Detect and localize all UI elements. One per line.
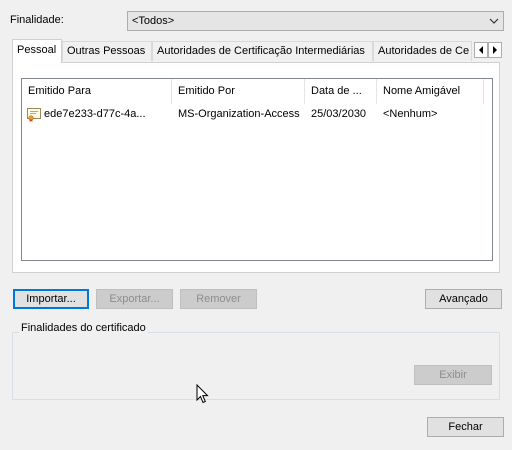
tab-scroll-right-button[interactable]	[488, 42, 502, 58]
tab-label: Autoridades de Certificação Intermediári…	[157, 45, 365, 57]
tab-scroll-left-button[interactable]	[474, 42, 488, 58]
column-header-emitido-por[interactable]: Emitido Por	[172, 79, 305, 104]
certificate-purposes-title: Finalidades do certificado	[19, 322, 148, 334]
export-button[interactable]: Exportar...	[96, 289, 173, 309]
mouse-cursor-icon	[196, 383, 210, 407]
tab-autoridades-raiz[interactable]: Autoridades de Ce	[373, 41, 472, 61]
advanced-button[interactable]: Avançado	[425, 289, 502, 309]
cell-friendly-name: <Nenhum>	[383, 108, 438, 120]
tab-label: Autoridades de Ce	[378, 45, 470, 57]
purpose-selected-value: <Todos>	[132, 15, 175, 27]
cell-issued-by: MS-Organization-Access	[178, 108, 300, 120]
cell-issued-to: ede7e233-d77c-4a...	[44, 108, 146, 120]
chevron-left-icon	[479, 46, 483, 54]
tab-outras-pessoas[interactable]: Outras Pessoas	[62, 41, 152, 61]
column-header-nome-amigavel[interactable]: Nome Amigável	[377, 79, 484, 104]
chevron-right-icon	[493, 46, 497, 54]
column-header-data[interactable]: Data de ...	[305, 79, 377, 104]
chevron-down-icon	[489, 14, 499, 28]
column-header-label: Emitido Por	[178, 85, 235, 97]
view-button[interactable]: Exibir	[414, 365, 492, 385]
tab-label: Pessoal	[17, 44, 57, 56]
import-button[interactable]: Importar...	[13, 289, 89, 309]
close-button[interactable]: Fechar	[427, 417, 504, 437]
tab-autoridades-intermediarias[interactable]: Autoridades de Certificação Intermediári…	[152, 41, 373, 61]
column-header-label: Nome Amigável	[383, 85, 461, 97]
certificate-icon	[26, 106, 42, 125]
column-header-emitido-para[interactable]: Emitido Para	[22, 79, 172, 104]
purpose-label: Finalidade:	[10, 14, 64, 26]
column-header-label: Data de ...	[311, 85, 362, 97]
tab-pessoal[interactable]: Pessoal	[12, 39, 62, 63]
remove-button[interactable]: Remover	[180, 289, 257, 309]
tab-label: Outras Pessoas	[67, 45, 146, 57]
column-header-label: Emitido Para	[28, 85, 91, 97]
cell-expiration-date: 25/03/2030	[311, 108, 367, 120]
certificate-list[interactable]: Emitido Para Emitido Por Data de ... Nom…	[21, 78, 493, 261]
tab-panel: Emitido Para Emitido Por Data de ... Nom…	[12, 62, 500, 273]
purpose-dropdown[interactable]: <Todos>	[127, 11, 504, 31]
